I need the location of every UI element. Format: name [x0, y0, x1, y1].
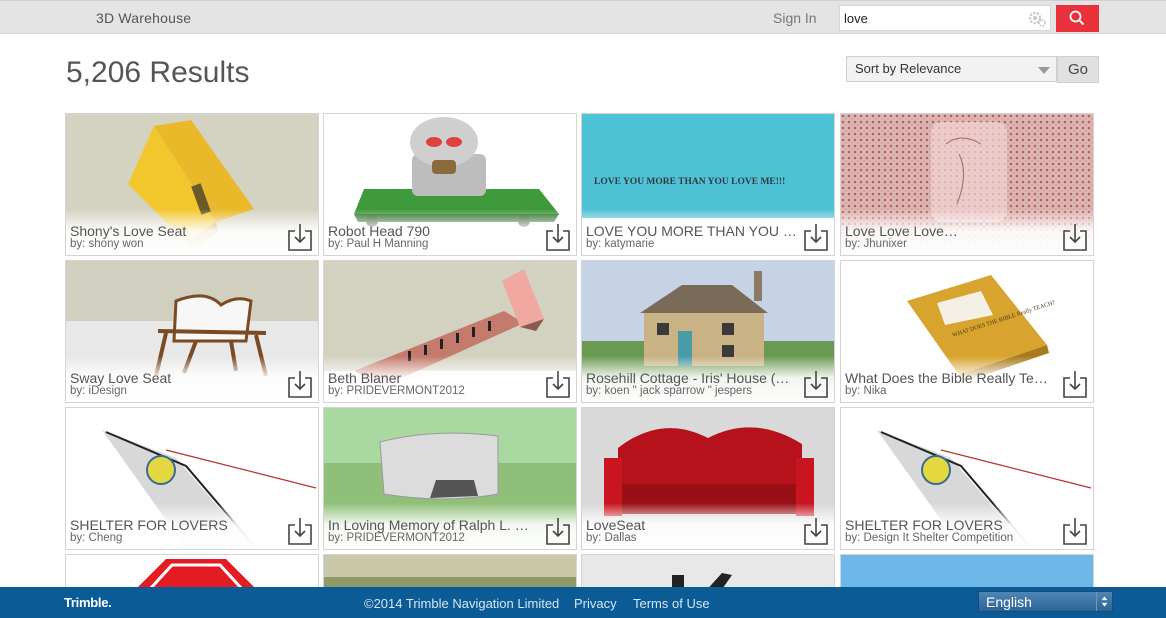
card-title[interactable]: Shony's Love Seat	[70, 223, 292, 239]
go-button[interactable]: Go	[1057, 56, 1099, 83]
terms-link[interactable]: Terms of Use	[633, 596, 710, 611]
model-card[interactable]: Beth Blaner by: PRIDEVERMONT2012	[323, 260, 577, 403]
select-arrows-icon	[1096, 592, 1108, 611]
trimble-logo[interactable]: Trimble.	[64, 595, 112, 610]
download-icon[interactable]	[545, 517, 571, 546]
download-icon[interactable]	[287, 223, 313, 252]
card-title[interactable]: In Loving Memory of Ralph L. …	[328, 517, 550, 533]
card-author[interactable]: by: Dallas	[586, 532, 808, 544]
card-author[interactable]: by: Paul H Manning	[328, 238, 550, 250]
search-input[interactable]	[844, 9, 1024, 27]
card-title[interactable]: Love Love Love…	[845, 223, 1067, 239]
card-author[interactable]: by: PRIDEVERMONT2012	[328, 532, 550, 544]
brand-link[interactable]: 3D Warehouse	[96, 10, 191, 26]
card-title[interactable]: Robot Head 790	[328, 223, 550, 239]
language-select-value: English	[986, 594, 1032, 610]
download-icon[interactable]	[287, 370, 313, 399]
sort-select-value: Sort by Relevance	[855, 61, 962, 76]
download-icon[interactable]	[545, 370, 571, 399]
card-title[interactable]: What Does the Bible Really Te…	[845, 370, 1067, 386]
download-icon[interactable]	[545, 223, 571, 252]
model-card[interactable]: Rosehill Cottage - Iris' House (… by: ko…	[581, 260, 835, 403]
search-box	[839, 5, 1051, 31]
model-card[interactable]: LoveSeat by: Dallas	[581, 407, 835, 550]
model-card[interactable]: Love Love Love… by: Jhunixer	[840, 113, 1094, 256]
copyright-text: ©2014 Trimble Navigation Limited	[364, 596, 560, 611]
card-title[interactable]: SHELTER FOR LOVERS	[70, 517, 292, 533]
card-author[interactable]: by: koen " jack sparrow " jespers	[586, 385, 808, 397]
card-author[interactable]: by: Jhunixer	[845, 238, 1067, 250]
card-author[interactable]: by: PRIDEVERMONT2012	[328, 385, 550, 397]
card-title[interactable]: LoveSeat	[586, 517, 808, 533]
card-author[interactable]: by: katymarie	[586, 238, 808, 250]
download-icon[interactable]	[287, 517, 313, 546]
card-title[interactable]: Rosehill Cottage - Iris' House (…	[586, 370, 808, 386]
privacy-link[interactable]: Privacy	[574, 596, 617, 611]
model-card[interactable]: SHELTER FOR LOVERS by: Design It Shelter…	[840, 407, 1094, 550]
model-card[interactable]: In Loving Memory of Ralph L. … by: PRIDE…	[323, 407, 577, 550]
download-icon[interactable]	[803, 517, 829, 546]
language-select[interactable]: English	[978, 591, 1113, 612]
download-icon[interactable]	[1062, 223, 1088, 252]
search-icon	[1069, 10, 1085, 26]
card-author[interactable]: by: iDesign	[70, 385, 292, 397]
model-card[interactable]: Shony's Love Seat by: shony won	[65, 113, 319, 256]
model-card[interactable]: SHELTER FOR LOVERS by: Cheng	[65, 407, 319, 550]
model-card[interactable]: LOVE YOU MORE THAN YOU LOVE ME!!! LOVE Y…	[581, 113, 835, 256]
card-title[interactable]: SHELTER FOR LOVERS	[845, 517, 1067, 533]
sign-in-link[interactable]: Sign In	[773, 10, 817, 26]
card-title[interactable]: Sway Love Seat	[70, 370, 292, 386]
results-count: 5,206 Results	[66, 56, 250, 89]
card-author[interactable]: by: Cheng	[70, 532, 292, 544]
download-icon[interactable]	[803, 223, 829, 252]
model-card[interactable]: Robot Head 790 by: Paul H Manning	[323, 113, 577, 256]
card-author[interactable]: by: shony won	[70, 238, 292, 250]
download-icon[interactable]	[1062, 517, 1088, 546]
sort-select[interactable]: Sort by Relevance	[846, 56, 1057, 82]
gear-icon[interactable]	[1027, 10, 1047, 28]
card-title[interactable]: Beth Blaner	[328, 370, 550, 386]
card-author[interactable]: by: Design It Shelter Competition	[845, 532, 1067, 544]
top-bar: 3D Warehouse Sign In	[0, 0, 1166, 34]
chevron-down-icon	[1038, 67, 1050, 74]
model-card[interactable]: WHAT DOES THE BIBLE Really TEACH? What D…	[840, 260, 1094, 403]
thumbnail-text: LOVE YOU MORE THAN YOU LOVE ME!!!	[594, 177, 785, 187]
download-icon[interactable]	[1062, 370, 1088, 399]
download-icon[interactable]	[803, 370, 829, 399]
model-card[interactable]: Sway Love Seat by: iDesign	[65, 260, 319, 403]
card-author[interactable]: by: Nika	[845, 385, 1067, 397]
search-button[interactable]	[1056, 5, 1099, 32]
card-title[interactable]: LOVE YOU MORE THAN YOU …	[586, 223, 808, 239]
